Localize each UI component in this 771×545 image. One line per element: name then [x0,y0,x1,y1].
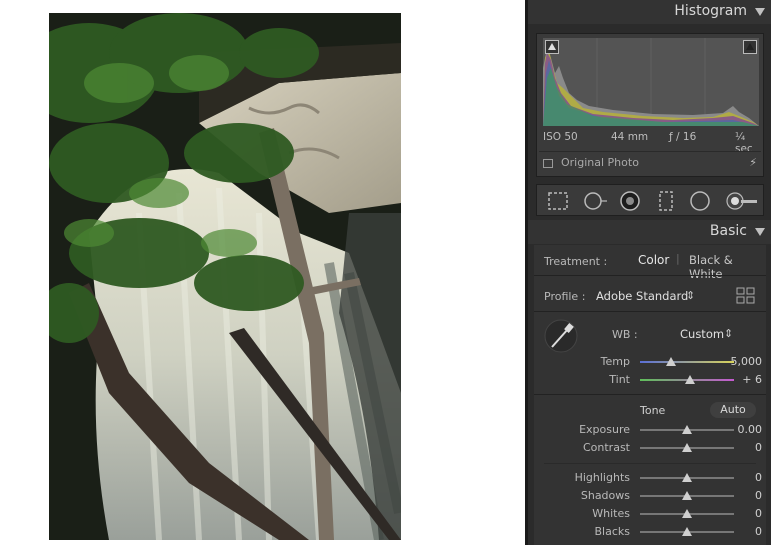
profile-label: Profile : [544,290,586,303]
tint-label: Tint [609,373,630,386]
auto-tone-button[interactable]: Auto [710,402,756,418]
highlights-label: Highlights [574,471,630,484]
spot-removal-icon[interactable] [583,190,607,212]
whites-slider-thumb[interactable] [682,509,692,518]
aperture-value: ƒ / 16 [669,131,697,143]
profile-arrows-icon[interactable]: ⇕ [686,289,695,302]
tint-value[interactable]: + 6 [722,373,762,386]
temp-slider-thumb[interactable] [666,357,677,366]
wb-label: WB : [612,328,638,341]
original-photo-toggle[interactable]: Original Photo ⚡ [543,156,759,172]
original-photo-label: Original Photo [561,156,639,169]
profile-browser-icon[interactable] [736,287,756,308]
tint-slider-thumb[interactable] [684,375,695,384]
adjustment-brush-icon[interactable] [725,190,759,212]
original-photo-checkbox[interactable] [543,159,553,168]
divider: | [676,252,680,265]
exposure-slider-thumb[interactable] [682,425,692,434]
tool-strip [536,184,764,216]
wb-arrows-icon[interactable]: ⇕ [724,327,733,340]
radial-filter-icon[interactable] [689,190,711,212]
contrast-label: Contrast [582,441,630,454]
treatment-color-button[interactable]: Color [638,253,669,267]
exposure-value[interactable]: 0.00 [722,423,763,436]
wb-dropdown[interactable]: Custom [680,327,724,341]
temp-slider-track[interactable] [640,361,734,363]
shadows-label: Shadows [580,489,630,502]
triangle-up-icon [548,43,556,50]
histogram-plot [543,38,759,126]
highlight-clipping-button[interactable] [743,40,757,54]
red-eye-icon[interactable] [619,190,641,212]
whites-label: Whites [592,507,630,520]
basic-panel: Treatment : Color | Black & White Profil… [534,245,766,545]
blacks-value[interactable]: 0 [722,525,762,538]
basic-title: Basic [709,223,747,239]
divider [534,275,766,276]
treatment-bw-button[interactable]: Black & White [689,253,766,281]
focal-length-value: 44 mm [611,131,649,143]
exif-row: ISO 50 44 mm ƒ / 16 ¼ sec [537,131,765,155]
photo-canvas [0,0,525,545]
crop-overlay-icon[interactable] [547,190,569,212]
highlights-value[interactable]: 0 [722,471,762,484]
temp-value[interactable]: 5,000 [722,355,763,368]
triangle-down-icon[interactable] [755,228,765,236]
histogram-title: Histogram [674,3,747,19]
iso-value: ISO 50 [543,131,578,143]
tone-label: Tone [640,404,666,417]
divider [539,151,761,152]
lightning-icon: ⚡ [749,156,757,169]
wb-eyedropper-icon[interactable] [544,319,578,356]
contrast-slider-thumb[interactable] [682,443,692,452]
histogram-graph[interactable] [543,38,759,126]
develop-right-panel: Histogram ISO 50 44 mm ƒ / 16 ¼ sec Orig… [528,0,771,545]
waterfall-image [49,13,401,540]
whites-value[interactable]: 0 [722,507,762,520]
shadows-value[interactable]: 0 [722,489,762,502]
divider [534,311,766,312]
shadows-slider-thumb[interactable] [682,491,692,500]
divider [534,394,766,395]
triangle-up-icon [746,43,754,50]
triangle-down-icon[interactable] [755,8,765,16]
exposure-label: Exposure [579,423,630,436]
blacks-label: Blacks [594,525,631,538]
histogram-panel: ISO 50 44 mm ƒ / 16 ¼ sec Original Photo… [536,33,764,177]
temp-label: Temp [600,355,630,368]
profile-dropdown[interactable]: Adobe Standard [596,289,688,303]
histogram-header[interactable]: Histogram [528,0,771,24]
divider [544,463,756,464]
waterfall-photo[interactable] [49,13,401,540]
basic-header[interactable]: Basic [528,220,771,244]
blacks-slider-thumb[interactable] [682,527,692,536]
treatment-label: Treatment : [544,255,608,268]
highlights-slider-thumb[interactable] [682,473,692,482]
graduated-filter-icon[interactable] [655,190,677,212]
contrast-value[interactable]: 0 [722,441,762,454]
shadow-clipping-button[interactable] [545,40,559,54]
